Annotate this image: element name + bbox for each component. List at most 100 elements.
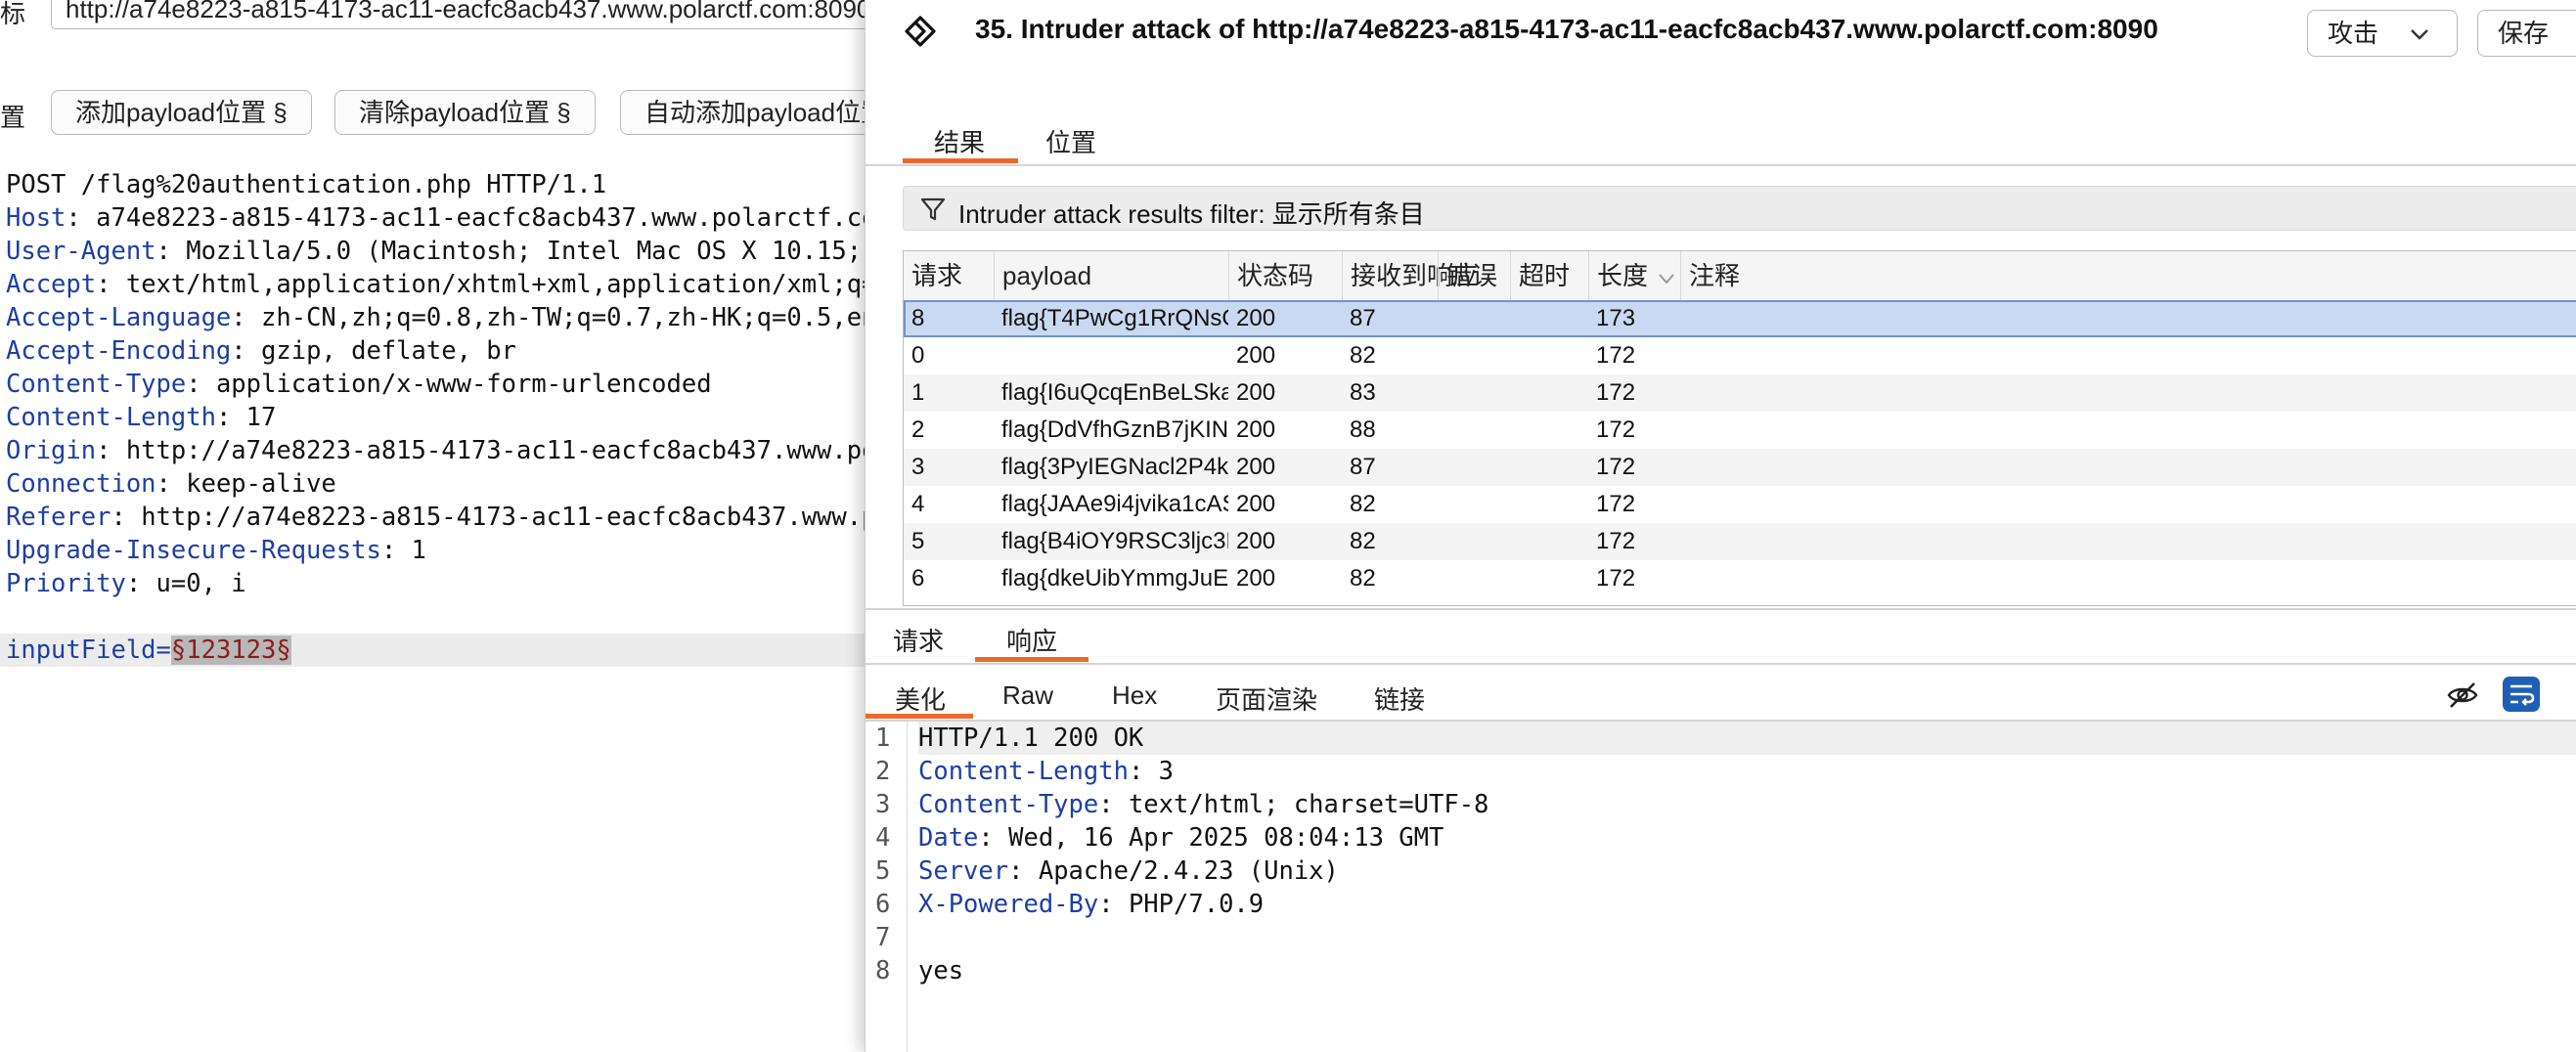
table-row[interactable]: 6 flag{dkeUibYmmgJuEhWl60MW} 200 82 172 [904,560,2576,597]
header-name: Content-Type [918,790,1099,819]
col-payload-header[interactable]: payload [994,251,1091,300]
header-separator: : [96,270,126,299]
header-name: Origin [6,436,97,465]
intruder-editor-panel: 目标 http://a74e8223-a815-4173-ac11-eacfc8… [0,0,865,1052]
intruder-attack-window: 35. Intruder attack of http://a74e8223-a… [865,0,2576,1052]
header-value: a74e8223-a815-4173-ac11-eacfc8acb437.www… [96,203,865,233]
header-value: u=0, i [155,569,246,598]
tab-positions[interactable]: 位置 [1045,123,1096,159]
window-title: 35. Intruder attack of http://a74e8223-a… [975,14,2158,44]
tab-pretty[interactable]: 美化 [895,680,946,717]
header-name: User-Agent [6,237,156,266]
header-separator: : [96,436,126,465]
tab-links[interactable]: 链接 [1374,680,1425,717]
col-received-cell: 82 [1350,528,1376,554]
request-header-line: Content-Type: application/x-www-form-url… [6,368,712,401]
payload-marker[interactable]: §123123§ [170,636,291,665]
tab-request[interactable]: 请求 [893,622,944,658]
col-payload-cell: flag{JAAe9i4jvika1cASV7Nf} [1001,491,1228,517]
col-error-cell [1438,300,1510,337]
wrap-lines-icon[interactable] [2503,677,2540,712]
request-template-editor[interactable]: POST /flag%20authentication.php HTTP/1.1… [0,168,865,1048]
header-value: http://a74e8223-a815-4173-ac11-eacfc8acb… [141,503,865,532]
col-status-cell: 200 [1236,305,1276,331]
attack-menu-button[interactable]: 攻击 [2307,10,2458,57]
positions-label: 位置 [0,103,26,132]
request-header-line: Connection: keep-alive [6,467,336,501]
col-received-cell: 82 [1350,491,1376,517]
col-status-header[interactable]: 状态码 [1228,251,1313,300]
response-viewer[interactable]: 1 2 3 45 6 7 8 HTTP/1.1 200 OK Content-Length: … [866,722,2576,1052]
header-name: Content-Type [6,370,187,399]
line-number: 3 [875,790,891,819]
table-row[interactable]: 0 200 82 172 [904,337,2576,374]
col-length-cell: 172 [1596,379,1636,406]
col-error-header[interactable]: 错误 [1438,251,1497,300]
auto-add-payload-position-button[interactable]: 自动添加payload位置 § [620,90,865,135]
line-number-gutter: 1 2 3 45 6 7 8 [866,722,908,1052]
col-timeout-cell [1510,523,1588,560]
response-header-line: Server: Apache/2.4.23 (Unix) [918,855,1339,888]
header-separator: : [66,203,97,233]
save-menu-button[interactable]: 保存 [2477,10,2576,57]
header-name: Priority [6,569,126,598]
clear-payload-position-button[interactable]: 清除payload位置 § [334,90,596,135]
request-header-line: Content-Length: 17 [6,401,276,434]
col-timeout-cell [1510,374,1588,412]
table-row[interactable]: 1 flag{I6uQcqEnBeLSkaiiO7Jj} 200 83 172 [904,374,2576,412]
target-url-input[interactable]: http://a74e8223-a815-4173-ac11-eacfc8acb… [51,0,865,29]
header-name: Server [918,856,1009,886]
col-request-cell: 4 [911,491,925,517]
tab-results[interactable]: 结果 [934,123,985,159]
col-payload-cell: flag{I6uQcqEnBeLSkaiiO7Jj} [1001,379,1228,406]
header-name: X-Powered-By [918,890,1099,919]
response-header-line: Date: Wed, 16 Apr 2025 08:04:13 GMT [918,821,1443,855]
col-request-cell: 8 [911,305,925,331]
col-error-cell [1438,449,1510,486]
col-timeout-cell [1510,486,1588,523]
header-value: 17 [245,403,277,432]
col-length-cell: 172 [1596,342,1636,369]
results-filter-bar[interactable]: Intruder attack results filter: 显示所有条目 [903,186,2576,231]
header-name: Content-Length [6,403,216,432]
col-comment-header[interactable]: 注释 [1680,251,1740,300]
col-request-cell: 2 [911,416,925,443]
header-separator: : [1008,856,1039,886]
col-request-cell: 6 [911,565,925,592]
header-separator: : [231,336,262,366]
col-error-cell [1438,523,1510,560]
col-length-cell: 172 [1596,528,1636,554]
eye-off-icon[interactable] [2446,679,2479,712]
save-label: 保存 [2498,19,2550,48]
col-length-cell: 172 [1596,454,1636,480]
col-timeout-cell [1510,412,1588,449]
table-row[interactable]: 2 flag{DdVfhGznB7jKIN3aEsIG} 200 88 172 [904,412,2576,449]
line-number: 2 [875,757,891,786]
line-number: 8 [875,956,891,986]
col-length-cell: 172 [1596,416,1636,443]
tab-render[interactable]: 页面渲染 [1216,680,1317,717]
col-status-cell: 200 [1236,565,1276,592]
add-payload-position-button[interactable]: 添加payload位置 § [51,90,312,135]
col-request-cell: 5 [911,528,925,554]
header-name: Host [6,203,67,233]
table-row-selected[interactable]: 8 flag{T4PwCg1RrQNsO4EcrQmU} 200 87 173 [904,300,2576,337]
col-payload-cell: flag{T4PwCg1RrQNsO4EcrQmU} [1001,305,1228,331]
table-row[interactable]: 4 flag{JAAe9i4jvika1cASV7Nf} 200 82 172 [904,486,2576,523]
col-comment-cell [1680,486,2576,523]
active-tab-indicator [903,158,1018,163]
col-length-header[interactable]: 长度 [1588,251,1675,300]
tab-raw[interactable]: Raw [1002,680,1053,711]
header-name: Accept-Language [6,303,232,332]
column-label: payload [1002,261,1092,290]
col-request-header[interactable]: 请求 [904,251,962,300]
tab-response[interactable]: 响应 [1006,622,1057,658]
tab-hex[interactable]: Hex [1112,680,1157,711]
col-timeout-header[interactable]: 超时 [1510,251,1570,300]
col-error-cell [1438,337,1510,374]
table-row[interactable]: 3 flag{3PyIEGNacl2P4kXCMq0t} 200 87 172 [904,449,2576,486]
header-value: text/html,application/xhtml+xml,applicat… [125,270,865,299]
col-error-cell [1438,560,1510,597]
col-comment-cell [1680,412,2576,449]
table-row[interactable]: 5 flag{B4iOY9RSC3ljc3H7JnWu} 200 82 172 [904,523,2576,560]
